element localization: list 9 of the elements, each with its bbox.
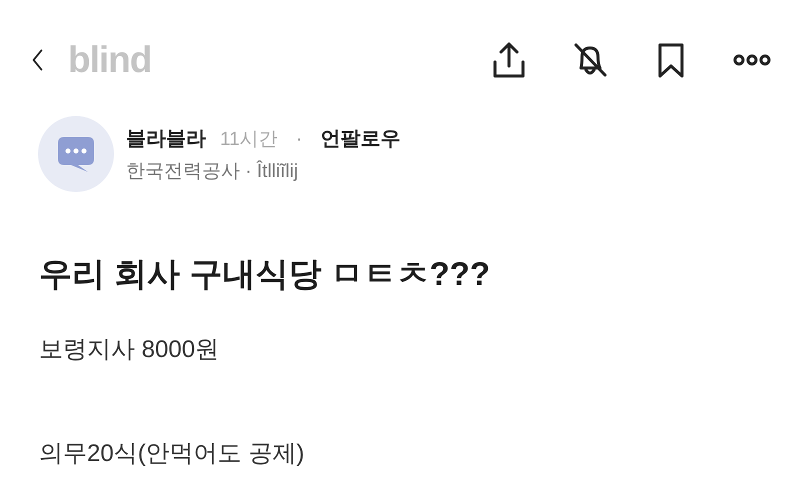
post-time: 11시간	[220, 128, 278, 152]
separator-dot: ·	[296, 128, 302, 150]
app-logo: blind	[68, 39, 152, 81]
body-text: 보령지사 8000원	[39, 335, 220, 365]
unfollow-button[interactable]: 언팔로우	[320, 124, 400, 152]
post-title: 우리 회사 구내식당 ㅁㅌㅊ???	[39, 254, 491, 294]
body-text: 의무20식(안먹어도 공제)	[39, 439, 306, 469]
author-name: 블라블라	[126, 126, 206, 152]
company-name: 한국전력공사 · Îtlliĩlij	[126, 159, 300, 184]
